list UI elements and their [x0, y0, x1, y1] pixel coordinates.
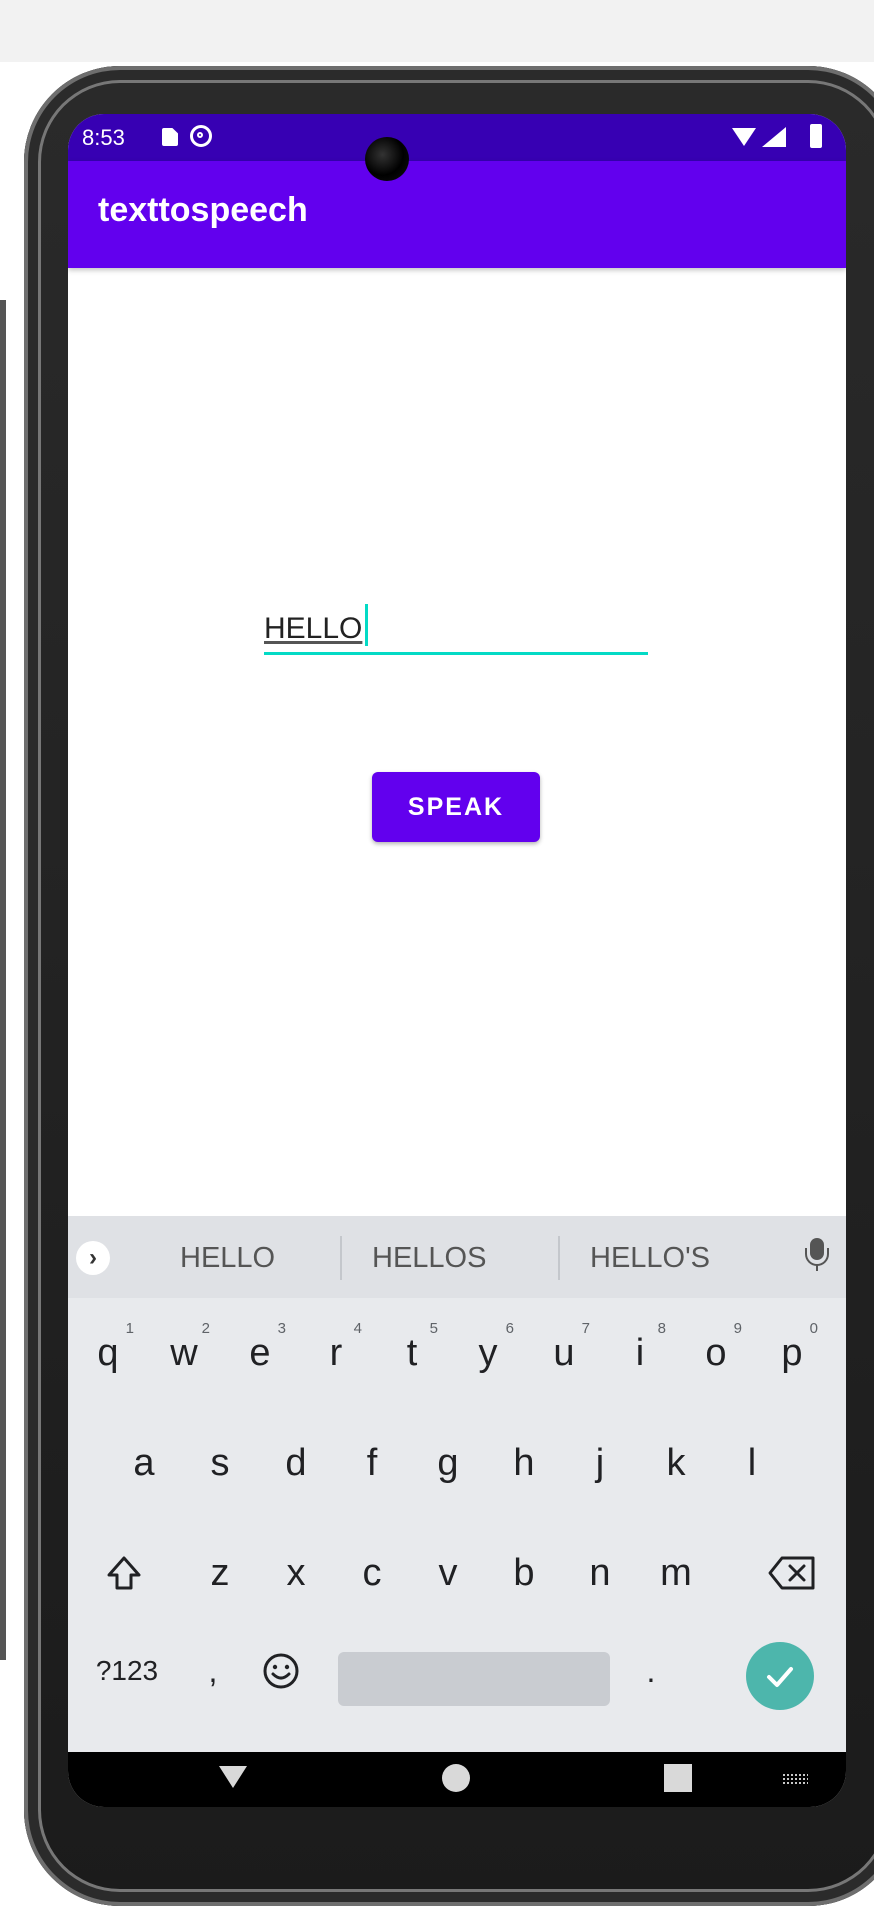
- key-label: q: [97, 1331, 119, 1374]
- key-h[interactable]: h: [488, 1418, 560, 1508]
- app-title: texttospeech: [98, 191, 308, 229]
- key-d[interactable]: d: [260, 1418, 332, 1508]
- key-f[interactable]: f: [336, 1418, 408, 1508]
- signal-icon: [762, 127, 786, 147]
- key-label: y: [478, 1331, 498, 1374]
- key-r[interactable]: r4: [300, 1308, 372, 1398]
- back-icon[interactable]: [219, 1766, 247, 1788]
- key-u[interactable]: u7: [528, 1308, 600, 1398]
- app-bar: texttospeech: [68, 161, 846, 268]
- key-label: p: [781, 1331, 803, 1374]
- key-k[interactable]: k: [640, 1418, 712, 1508]
- suggestion-divider: [340, 1236, 342, 1280]
- key-g[interactable]: g: [412, 1418, 484, 1508]
- status-bar: 8:53: [68, 114, 846, 161]
- chevron-right-icon[interactable]: ›: [76, 1241, 110, 1275]
- key-a[interactable]: a: [108, 1418, 180, 1508]
- key-w[interactable]: w2: [148, 1308, 220, 1398]
- at-sign-icon: [190, 125, 212, 147]
- battery-icon: [810, 124, 822, 148]
- checkmark-icon: [767, 1667, 793, 1687]
- key-i[interactable]: i8: [604, 1308, 676, 1398]
- key-n[interactable]: n: [564, 1528, 636, 1618]
- phone-screen: 8:53 texttospeech HELLO SPEAK › HELLO HE…: [68, 114, 846, 1807]
- text-cursor: [365, 604, 368, 646]
- key-v[interactable]: v: [412, 1528, 484, 1618]
- keyboard-switch-icon[interactable]: [782, 1773, 808, 1785]
- speak-button[interactable]: SPEAK: [372, 772, 540, 842]
- key-b[interactable]: b: [488, 1528, 560, 1618]
- key-label: u: [553, 1331, 575, 1374]
- key-label: w: [170, 1331, 198, 1374]
- recents-icon[interactable]: [664, 1764, 692, 1792]
- home-icon[interactable]: [442, 1764, 470, 1792]
- key-y[interactable]: y6: [452, 1308, 524, 1398]
- window-edge: [0, 300, 6, 1660]
- status-time: 8:53: [82, 125, 125, 150]
- key-hint: 5: [429, 1320, 438, 1337]
- key-hint: 0: [809, 1320, 818, 1337]
- key-o[interactable]: o9: [680, 1308, 752, 1398]
- key-m[interactable]: m: [640, 1528, 712, 1618]
- key-label: t: [406, 1331, 418, 1374]
- key-hint: 6: [505, 1320, 514, 1337]
- comma-key[interactable]: ,: [188, 1626, 238, 1716]
- symbols-key[interactable]: ?123: [82, 1626, 172, 1716]
- suggestion-1[interactable]: HELLO: [180, 1242, 275, 1275]
- suggestion-strip: › HELLO HELLOS HELLO'S: [68, 1216, 846, 1298]
- key-hint: 7: [581, 1320, 590, 1337]
- key-c[interactable]: c: [336, 1528, 408, 1618]
- window-top-bar: [0, 0, 874, 62]
- input-underline: [264, 652, 648, 655]
- emoji-icon: [263, 1653, 299, 1689]
- period-key[interactable]: .: [616, 1626, 686, 1716]
- suggestion-2[interactable]: HELLOS: [372, 1242, 486, 1275]
- key-label: i: [635, 1331, 645, 1374]
- key-label: e: [249, 1331, 271, 1374]
- space-key[interactable]: [338, 1652, 610, 1706]
- key-j[interactable]: j: [564, 1418, 636, 1508]
- key-label: o: [705, 1331, 727, 1374]
- key-q[interactable]: q1: [72, 1308, 144, 1398]
- key-s[interactable]: s: [184, 1418, 256, 1508]
- key-hint: 3: [277, 1320, 286, 1337]
- soft-keyboard: › HELLO HELLOS HELLO'S q1 w2 e3 r4 t5 y6…: [68, 1216, 846, 1752]
- microphone-icon[interactable]: [805, 1238, 829, 1271]
- key-p[interactable]: p0: [756, 1308, 828, 1398]
- key-e[interactable]: e3: [224, 1308, 296, 1398]
- key-hint: 2: [201, 1320, 210, 1337]
- key-l[interactable]: l: [716, 1418, 788, 1508]
- wifi-icon: [732, 128, 756, 146]
- enter-key[interactable]: [746, 1642, 814, 1710]
- text-input-value: HELLO: [264, 612, 363, 645]
- key-z[interactable]: z: [184, 1528, 256, 1618]
- sd-card-icon: [162, 128, 178, 146]
- emoji-key[interactable]: [236, 1626, 326, 1716]
- suggestion-divider: [558, 1236, 560, 1280]
- key-hint: 1: [125, 1320, 134, 1337]
- front-camera: [365, 137, 409, 181]
- key-hint: 8: [657, 1320, 666, 1337]
- text-input[interactable]: HELLO: [264, 604, 648, 655]
- shift-key[interactable]: [88, 1528, 160, 1618]
- shift-icon: [107, 1556, 141, 1590]
- key-x[interactable]: x: [260, 1528, 332, 1618]
- key-label: r: [329, 1331, 343, 1374]
- backspace-icon: [768, 1556, 815, 1590]
- key-hint: 4: [353, 1320, 362, 1337]
- key-t[interactable]: t5: [376, 1308, 448, 1398]
- navigation-bar: [68, 1752, 846, 1807]
- suggestion-3[interactable]: HELLO'S: [590, 1242, 710, 1275]
- key-hint: 9: [733, 1320, 742, 1337]
- backspace-key[interactable]: [752, 1528, 832, 1618]
